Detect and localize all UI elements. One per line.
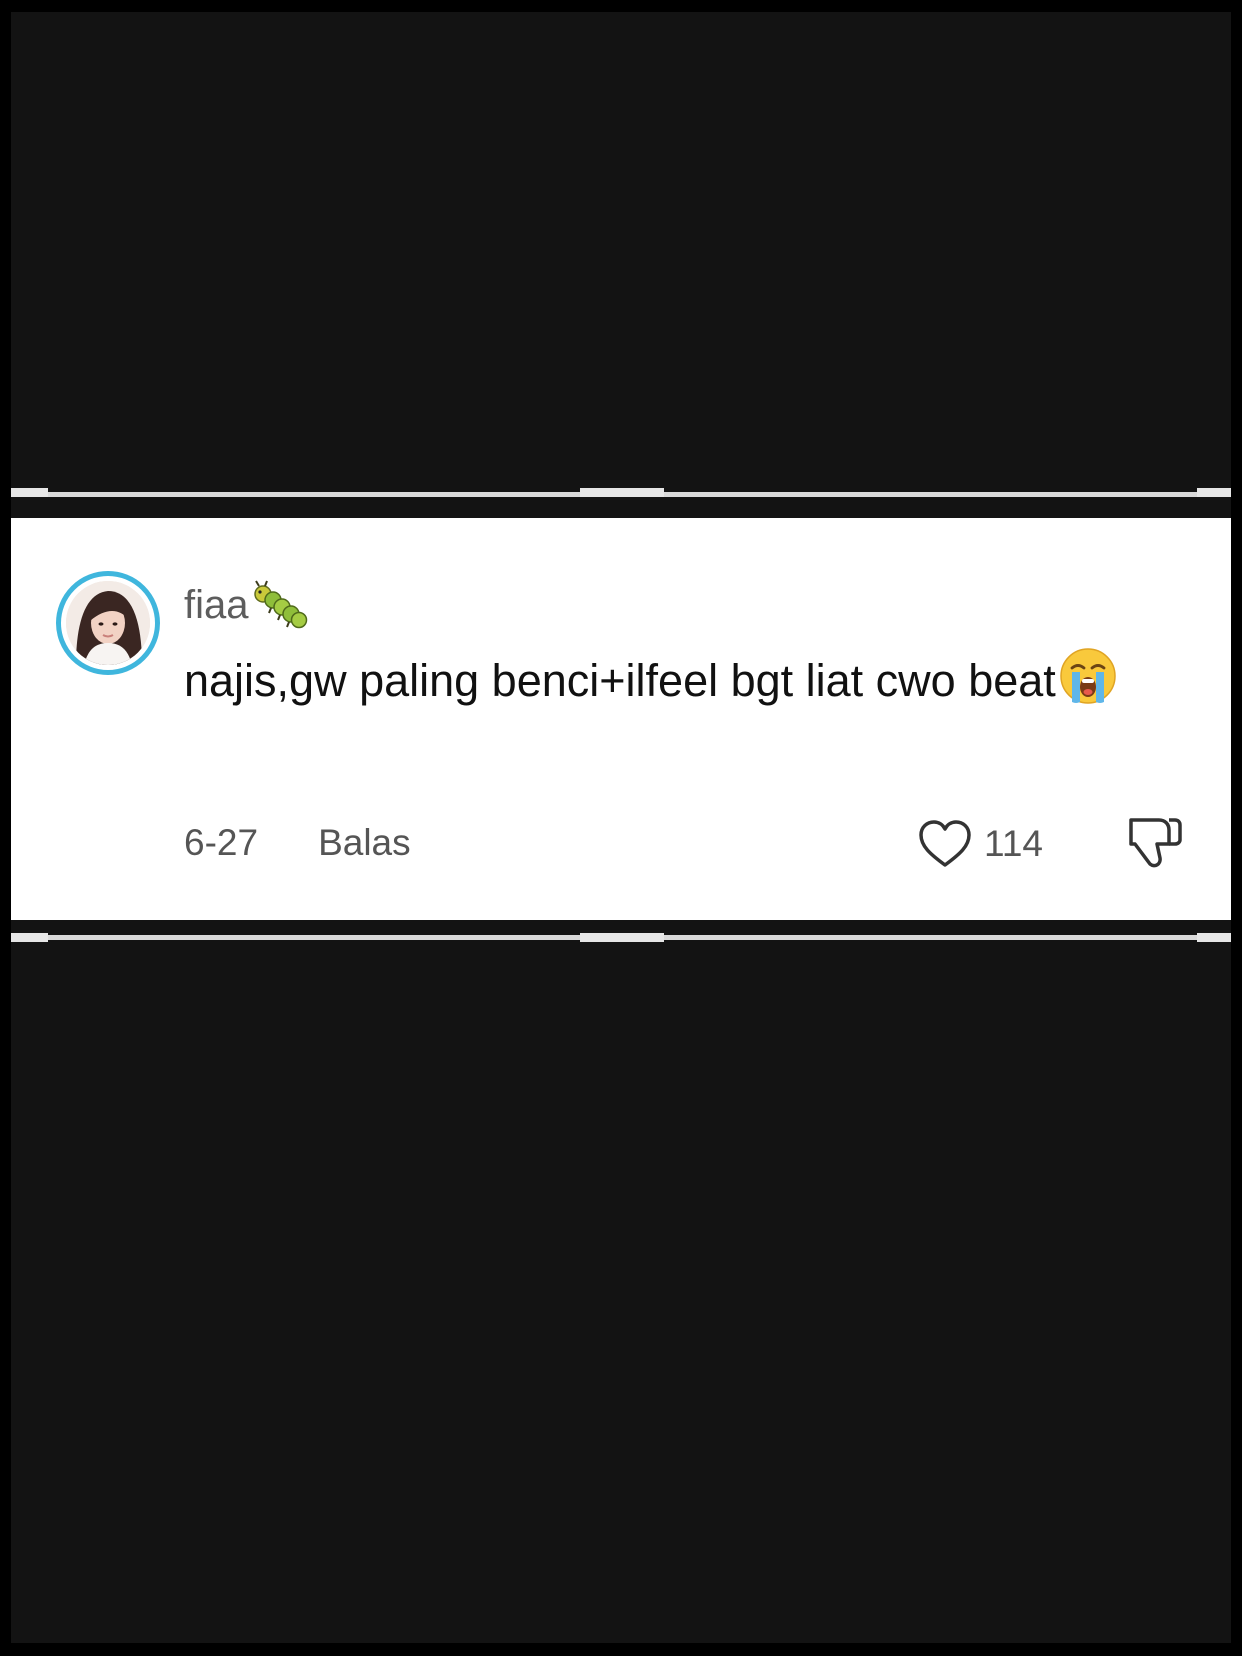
reply-button[interactable]: Balas	[318, 822, 411, 864]
avatar-ring[interactable]	[56, 571, 160, 675]
dislike-icon[interactable]	[1123, 814, 1185, 872]
loudly-crying-face-icon	[1060, 648, 1116, 704]
comment-author[interactable]: fiaa	[184, 580, 309, 630]
comment-meta: 6-27 Balas	[184, 818, 411, 868]
divider-notch	[1197, 933, 1231, 942]
comment-body: najis,gw paling benci+ilfeel bgt liat cw…	[184, 646, 1184, 716]
comment-date: 6-27	[184, 822, 259, 863]
username[interactable]: fiaa	[184, 583, 249, 628]
like-count: 114	[984, 823, 1043, 864]
comment-text: najis,gw paling benci+ilfeel bgt liat cw…	[184, 655, 1056, 706]
divider-notch	[1197, 488, 1231, 497]
avatar	[66, 581, 150, 665]
divider-notch	[580, 933, 664, 942]
caterpillar-emoji-icon	[253, 580, 307, 629]
comment-card: fiaa najis,gw paling benci+ilfeel bgt li…	[11, 518, 1231, 920]
video-frame: fiaa najis,gw paling benci+ilfeel bgt li…	[11, 12, 1231, 1643]
divider-notch	[580, 488, 664, 497]
like-button[interactable]: 114	[916, 816, 1043, 872]
divider-notch	[11, 933, 48, 942]
divider-notch	[11, 488, 48, 497]
avatar-photo-icon	[66, 581, 150, 665]
heart-icon[interactable]	[916, 818, 974, 870]
